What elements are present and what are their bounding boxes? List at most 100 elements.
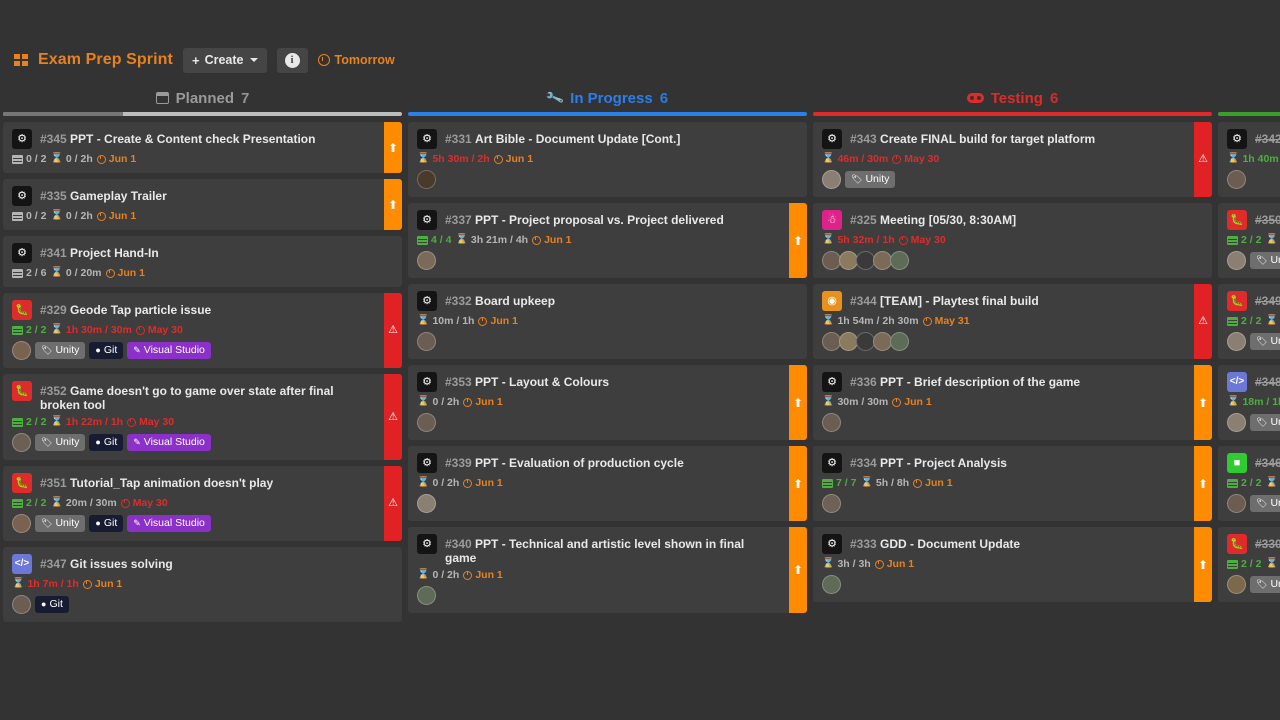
task-card[interactable]: </> #347 Git issues solving ⌛ 1h 7m / 1h Jun… [3, 547, 402, 622]
card-due-date: Jun 1 [96, 210, 136, 222]
card-title-text: Gameplay Trailer [70, 189, 167, 203]
hourglass-icon: ⌛ [822, 153, 835, 164]
task-card[interactable]: ☃ #325 Meeting [05/30, 8:30AM] ⌛ 5h 32m / 1… [813, 203, 1212, 278]
avatar[interactable] [417, 494, 436, 513]
column-header-done[interactable] [1215, 84, 1280, 112]
avatar[interactable] [1227, 413, 1246, 432]
task-card[interactable]: ⚙ #332 Board upkeep ⌛ 10m / 1h Jun 1 [408, 284, 807, 359]
task-card[interactable]: 🐛 #351 Tutorial_Tap animation doesn't pla… [3, 466, 402, 541]
checklist-value: 4 / 4 [431, 234, 452, 246]
avatar[interactable] [1227, 332, 1246, 351]
column-count: 6 [659, 89, 669, 107]
label-tag[interactable]: 🏷Uni [1250, 414, 1280, 431]
task-card[interactable]: 🐛 #329 Geode Tap particle issue 2 / 2 ⌛ 1h 3… [3, 293, 402, 368]
board-due-label: Tomorrow [334, 53, 395, 67]
info-button[interactable]: i [276, 47, 308, 73]
avatar[interactable] [12, 595, 31, 614]
label-tag-text: Visual Studio [143, 436, 205, 449]
avatar[interactable] [12, 341, 31, 360]
avatar[interactable] [12, 514, 31, 533]
label-tag[interactable]: ● Git [89, 515, 124, 532]
task-card[interactable]: ⚙ #345 PPT - Create & Content check Prese… [3, 122, 402, 173]
clock-icon [127, 417, 137, 427]
task-card[interactable]: 🐛 #350 T 2 / 2⌛2h 🏷Uni [1218, 203, 1280, 278]
avatar[interactable] [417, 332, 436, 351]
label-tag[interactable]: 🏷Uni [1250, 495, 1280, 512]
label-tag[interactable]: 🏷 Unity [35, 434, 86, 451]
card-title-text: Art Bible - Document Update [Cont.] [475, 132, 681, 146]
label-tag[interactable]: ✎ Visual Studio [127, 342, 211, 359]
avatar[interactable] [1227, 575, 1246, 594]
avatar[interactable] [1227, 170, 1246, 189]
task-card[interactable]: ⚙ #353 PPT - Layout & Colours ⌛ 0 / 2h Jun 1… [408, 365, 807, 440]
label-tag[interactable]: ✎ Visual Studio [127, 434, 211, 451]
task-card[interactable]: ⚙ #337 PPT - Project proposal vs. Project… [408, 203, 807, 278]
board-due-badge[interactable]: Tomorrow [317, 53, 395, 67]
card-id: #350 [1255, 213, 1280, 227]
task-card[interactable]: ◉ #344 [TEAM] - Playtest final build ⌛ 1h 5… [813, 284, 1212, 359]
task-card[interactable]: ⚙ #340 PPT - Technical and artistic level… [408, 527, 807, 613]
task-card[interactable]: 🐛 #352 Game doesn't go to game over state… [3, 374, 402, 460]
task-card[interactable]: 🐛 #349 T 2 / 2⌛22 🏷Uni [1218, 284, 1280, 359]
avatar[interactable] [890, 332, 909, 351]
create-button[interactable]: + Create [182, 47, 267, 73]
avatar[interactable] [12, 433, 31, 452]
task-card[interactable]: </> #348 N ⌛18m / 1h 🏷Uni [1218, 365, 1280, 440]
task-card[interactable]: ⚙ #333 GDD - Document Update ⌛ 3h / 3h Jun 1… [813, 527, 1212, 602]
label-tag[interactable]: 🏷 Unity [35, 342, 86, 359]
card-checklist: 2 / 2 [1227, 315, 1261, 327]
label-tag-text: Visual Studio [143, 517, 205, 530]
image-icon: ■ [1227, 453, 1247, 473]
label-tag[interactable]: ✎ Visual Studio [127, 515, 211, 532]
label-tag[interactable]: ● Git [89, 342, 124, 359]
card-time-tracking: ⌛ 1h 22m / 1h [50, 416, 123, 428]
card-footer [417, 413, 798, 432]
task-card[interactable]: ⚙ #335 Gameplay Trailer 0 / 2 ⌛ 0 / 2h Jun 1 ⬆ [3, 179, 402, 230]
clock-icon [922, 316, 932, 326]
column-header-planned[interactable]: Planned 7 [0, 84, 405, 112]
task-card[interactable]: ⚙ #339 PPT - Evaluation of production cyc… [408, 446, 807, 521]
label-tag[interactable]: 🏷 Unity [35, 515, 86, 532]
avatar[interactable] [417, 413, 436, 432]
due-value: May 31 [934, 315, 970, 327]
avatar[interactable] [822, 494, 841, 513]
card-meta: ⌛ 1h 7m / 1h Jun 1 [12, 578, 393, 590]
task-card[interactable]: ⚙ #331 Art Bible - Document Update [Cont.… [408, 122, 807, 197]
avatar[interactable] [822, 413, 841, 432]
column-header-testing[interactable]: Testing 6 [810, 84, 1215, 112]
task-card[interactable]: ⚙ #341 Project Hand-In 2 / 6 ⌛ 0 / 20m Jun 1 [3, 236, 402, 287]
column-header-in-progress[interactable]: 🔧 In Progress 6 [405, 84, 810, 112]
label-tag[interactable]: ● Git [89, 434, 124, 451]
avatar[interactable] [822, 575, 841, 594]
code-icon: </> [1227, 372, 1247, 392]
avatar[interactable] [417, 586, 436, 605]
time-value: 20m / 30m [65, 497, 117, 509]
card-title-text: PPT - Project proposal vs. Project deliv… [475, 213, 724, 227]
avatar[interactable] [417, 170, 436, 189]
task-card[interactable]: 🐛 #330 S 2 / 2⌛32 🏷Uni [1218, 527, 1280, 602]
hourglass-icon: ⌛ [12, 578, 25, 589]
task-card[interactable]: ⚙ #342 C ⌛1h 40m / 1 [1218, 122, 1280, 197]
task-card[interactable]: ■ #346 M 2 / 2⌛3h 🏷Uni [1218, 446, 1280, 521]
tag-icon: 🏷 [41, 437, 53, 447]
time-value: 1h 7m / 1h [27, 578, 79, 590]
label-tag[interactable]: 🏷 Unity [845, 171, 896, 188]
card-title-text: Tutorial_Tap animation doesn't play [70, 476, 274, 490]
avatar[interactable] [822, 170, 841, 189]
label-tag[interactable]: 🏷Uni [1250, 333, 1280, 350]
task-card[interactable]: ⚙ #336 PPT - Brief description of the gam… [813, 365, 1212, 440]
task-card[interactable]: ⚙ #343 Create FINAL build for target plat… [813, 122, 1212, 197]
avatar[interactable] [890, 251, 909, 270]
hourglass-icon: ⌛ [417, 569, 430, 580]
avatar[interactable] [1227, 494, 1246, 513]
label-tag[interactable]: ● Git [35, 596, 69, 613]
card-title-text: Meeting [05/30, 8:30AM] [880, 213, 1017, 227]
avatar[interactable] [417, 251, 436, 270]
label-tag[interactable]: 🏷Uni [1250, 252, 1280, 269]
card-footer [822, 251, 1203, 270]
label-tag[interactable]: 🏷Uni [1250, 576, 1280, 593]
task-card[interactable]: ⚙ #334 PPT - Project Analysis 7 / 7 ⌛ 5h / 8… [813, 446, 1212, 521]
card-time-tracking: ⌛ 3h / 3h [822, 558, 871, 570]
avatar[interactable] [1227, 251, 1246, 270]
card-id: #347 [40, 557, 67, 571]
